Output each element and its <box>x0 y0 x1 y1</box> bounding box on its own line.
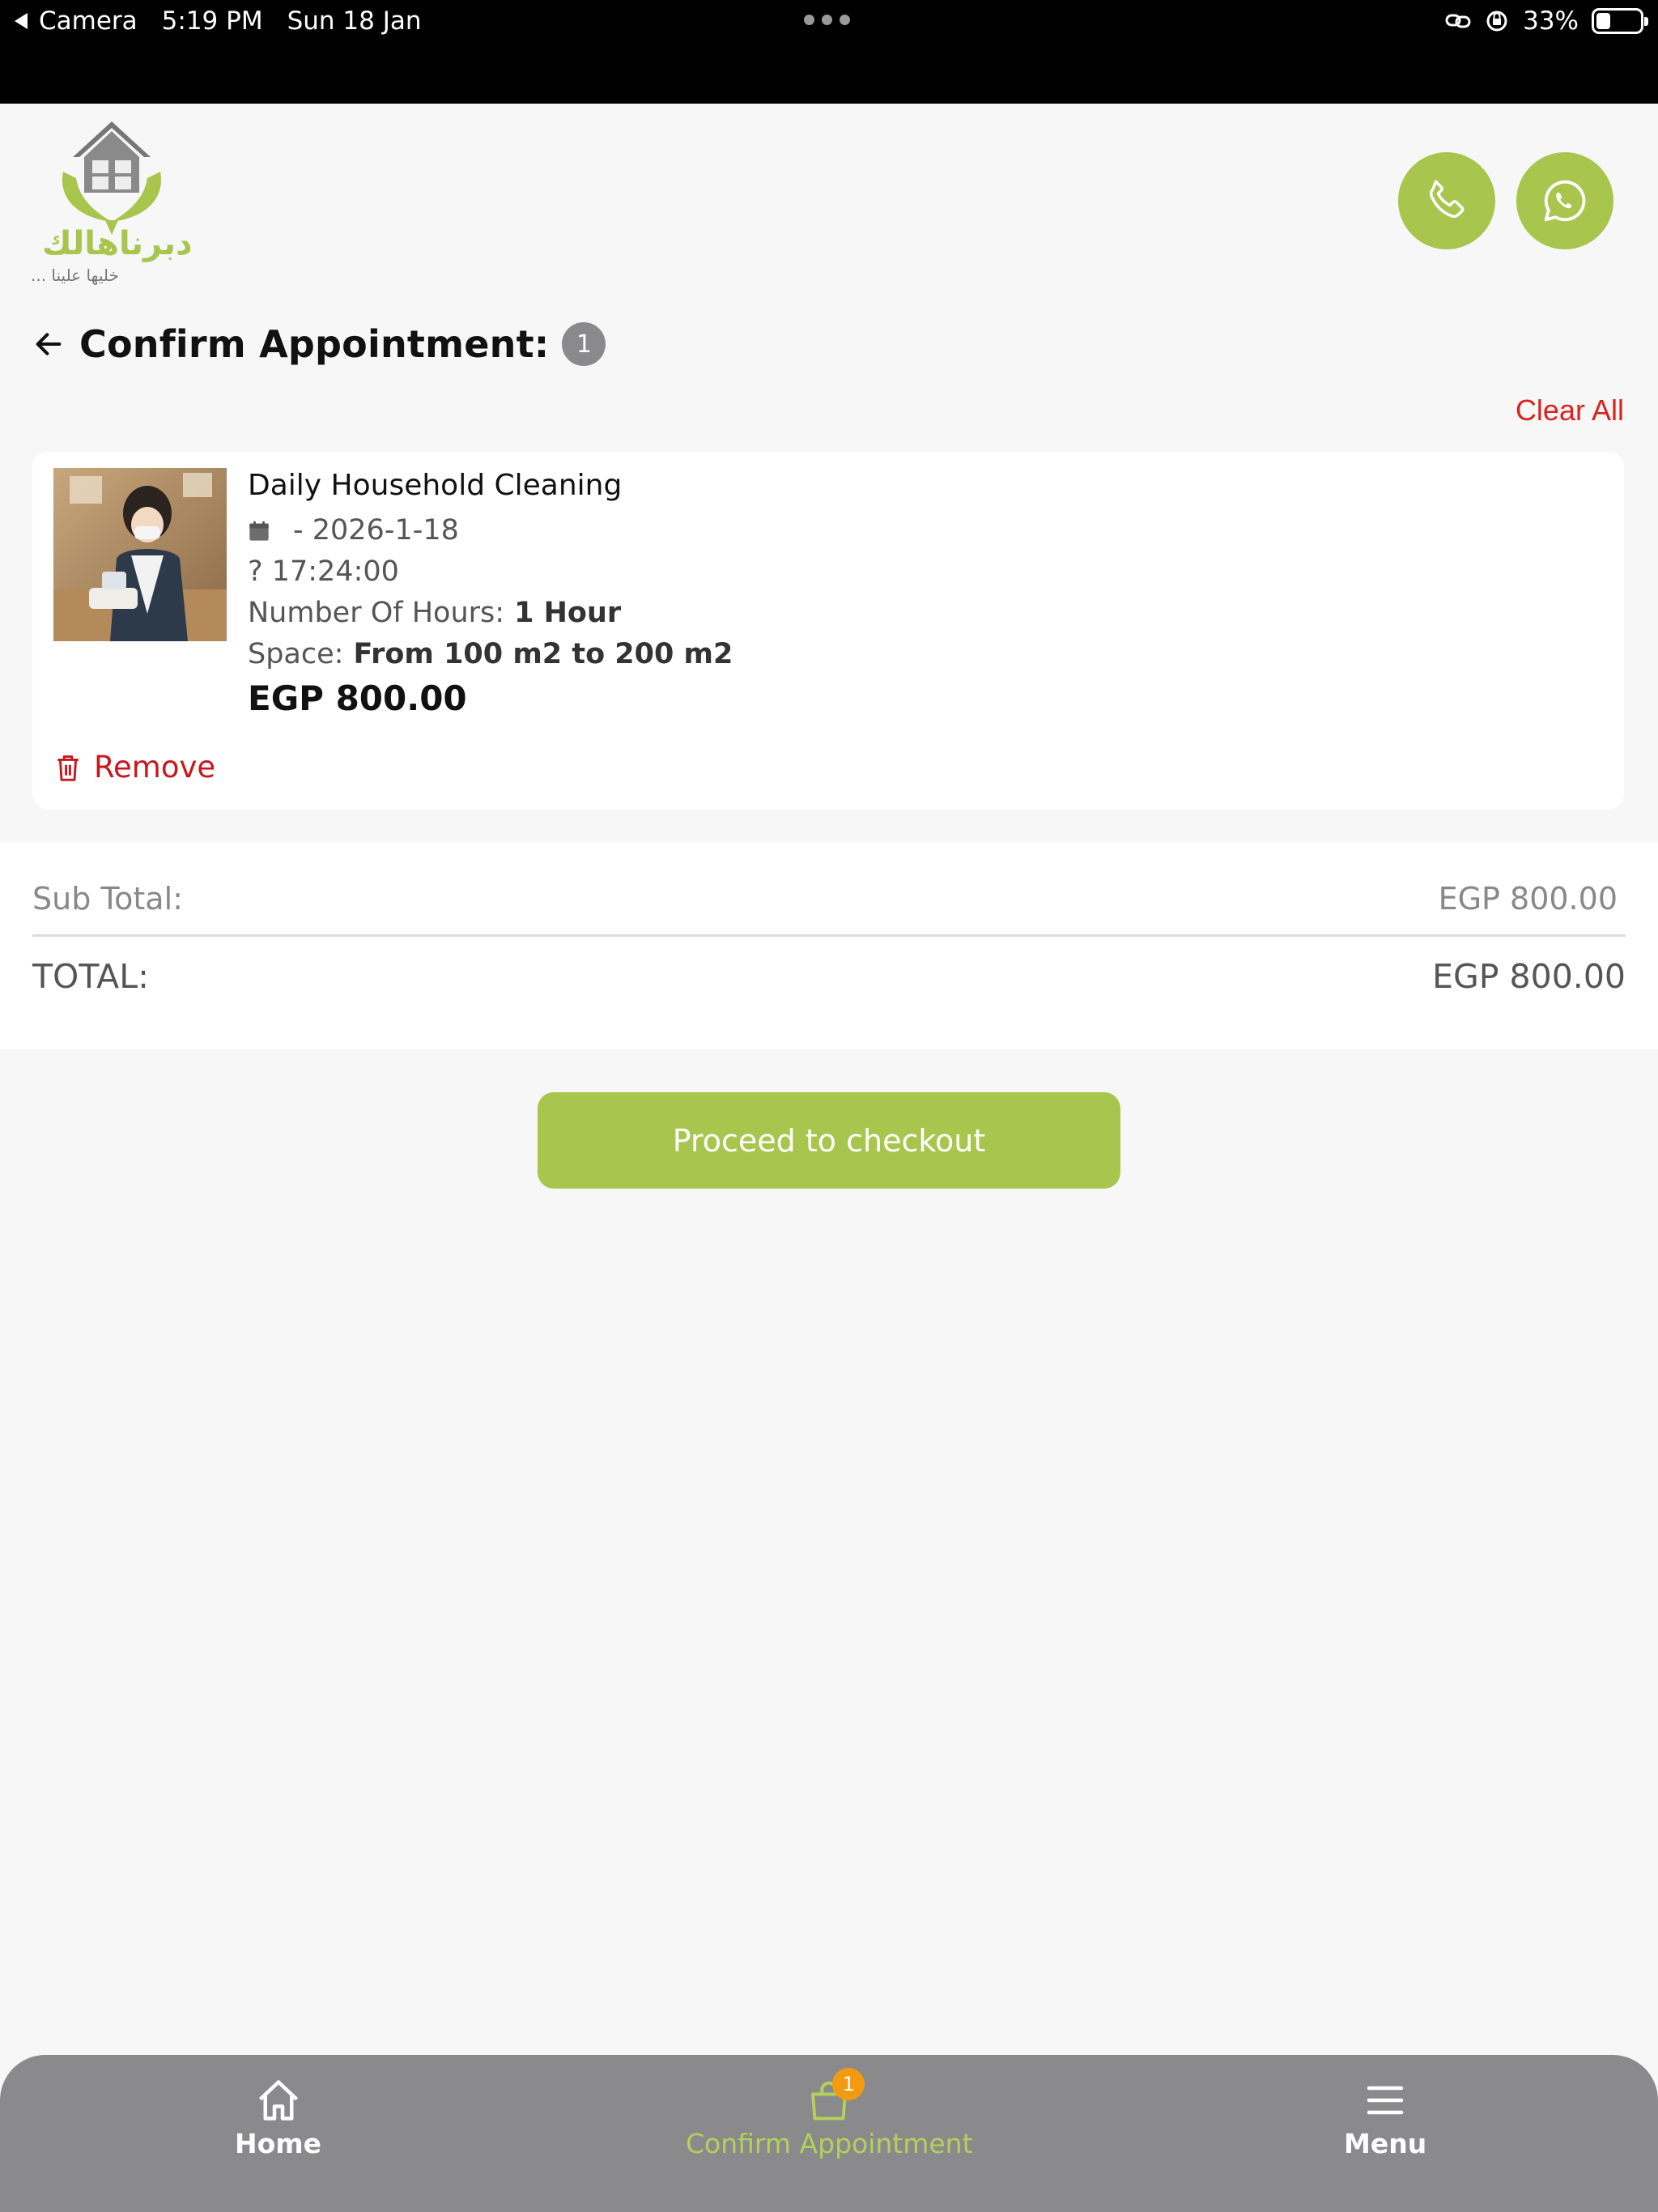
cart-count-badge: 1 <box>832 2068 865 2100</box>
status-right: 33% <box>1445 6 1648 36</box>
home-icon <box>258 2080 298 2121</box>
subtotal-value: EGP 800.00 <box>1438 881 1618 917</box>
nav-menu[interactable]: Menu <box>1344 2076 1426 2159</box>
service-thumbnail[interactable] <box>53 468 227 641</box>
service-photo <box>53 468 227 641</box>
whatsapp-button[interactable] <box>1516 152 1613 249</box>
trash-icon <box>57 755 79 781</box>
clear-all-button[interactable]: Clear All <box>1516 393 1624 428</box>
battery-percent: 33% <box>1523 6 1579 36</box>
status-date: Sun 18 Jan <box>287 6 422 36</box>
remove-label: Remove <box>94 750 216 785</box>
page-heading: Confirm Appointment: 1 <box>32 322 606 366</box>
brand-logo[interactable]: دبرناهالك خليها علينا ... <box>31 115 193 289</box>
total-row: TOTAL: EGP 800.00 <box>32 957 1626 996</box>
back-app-label[interactable]: Camera <box>39 6 138 36</box>
status-bar: Camera 5:19 PM Sun 18 Jan 33% <box>0 0 1658 104</box>
status-left: Camera 5:19 PM Sun 18 Jan <box>15 6 446 36</box>
link-icon <box>1445 14 1471 28</box>
appointment-time: ? 17:24:00 <box>248 555 399 588</box>
whatsapp-icon <box>1544 180 1586 222</box>
back-to-app-icon[interactable] <box>15 13 28 29</box>
appointment-item-card: Daily Household Cleaning - 2026-1-18 ? 1… <box>32 452 1624 810</box>
appointment-count-badge: 1 <box>562 322 606 366</box>
total-label: TOTAL: <box>32 957 149 996</box>
appointment-date: - 2026-1-18 <box>293 514 459 547</box>
back-arrow-icon[interactable] <box>32 328 65 360</box>
page-title: Confirm Appointment: <box>79 322 550 366</box>
appointment-time-row: ? 17:24:00 <box>248 558 733 586</box>
hours-value: 1 Hour <box>514 597 622 629</box>
totals-divider <box>32 934 1626 937</box>
nav-confirm-appointment-label: Confirm Appointment <box>686 2128 973 2159</box>
hours-row: Number Of Hours: 1 Hour <box>248 599 733 627</box>
phone-icon <box>1429 180 1465 219</box>
multitasking-dots-icon[interactable] <box>804 15 850 25</box>
space-label: Space: <box>248 638 344 670</box>
nav-menu-label: Menu <box>1344 2128 1427 2159</box>
orientation-lock-icon <box>1486 11 1507 32</box>
calendar-icon <box>249 521 269 541</box>
bottom-nav: Home 1 Confirm Appointment Menu <box>0 2055 1658 2212</box>
item-price: EGP 800.00 <box>248 678 467 718</box>
total-value: EGP 800.00 <box>1432 957 1626 996</box>
battery-fill <box>1596 13 1610 29</box>
status-time: 5:19 PM <box>161 6 263 36</box>
nav-home[interactable]: Home <box>235 2076 321 2159</box>
battery-icon <box>1592 8 1648 34</box>
nav-confirm-appointment[interactable]: 1 Confirm Appointment <box>686 2068 973 2159</box>
logo-mark <box>62 121 162 235</box>
service-name[interactable]: Daily Household Cleaning <box>248 471 733 500</box>
subtotal-row: Sub Total: EGP 800.00 <box>32 881 1626 917</box>
logo-arabic-name: دبرناهالك <box>42 225 193 262</box>
proceed-to-checkout-button[interactable]: Proceed to checkout <box>538 1092 1120 1189</box>
subtotal-label: Sub Total: <box>32 881 183 917</box>
logo-tagline: خليها علينا ... <box>31 266 119 285</box>
call-button[interactable] <box>1398 152 1495 249</box>
item-details: Daily Household Cleaning - 2026-1-18 ? 1… <box>248 471 733 716</box>
space-row: Space: From 100 m2 to 200 m2 <box>248 640 733 669</box>
hours-label: Number Of Hours: <box>248 597 505 629</box>
space-value: From 100 m2 to 200 m2 <box>353 638 733 670</box>
appointment-date-row: - 2026-1-18 <box>248 517 733 545</box>
bag-icon-wrapper: 1 <box>805 2068 865 2125</box>
remove-item-button[interactable]: Remove <box>55 750 215 785</box>
nav-home-label: Home <box>235 2128 322 2159</box>
totals-panel: Sub Total: EGP 800.00 TOTAL: EGP 800.00 <box>0 842 1658 1049</box>
menu-icon <box>1367 2086 1404 2115</box>
